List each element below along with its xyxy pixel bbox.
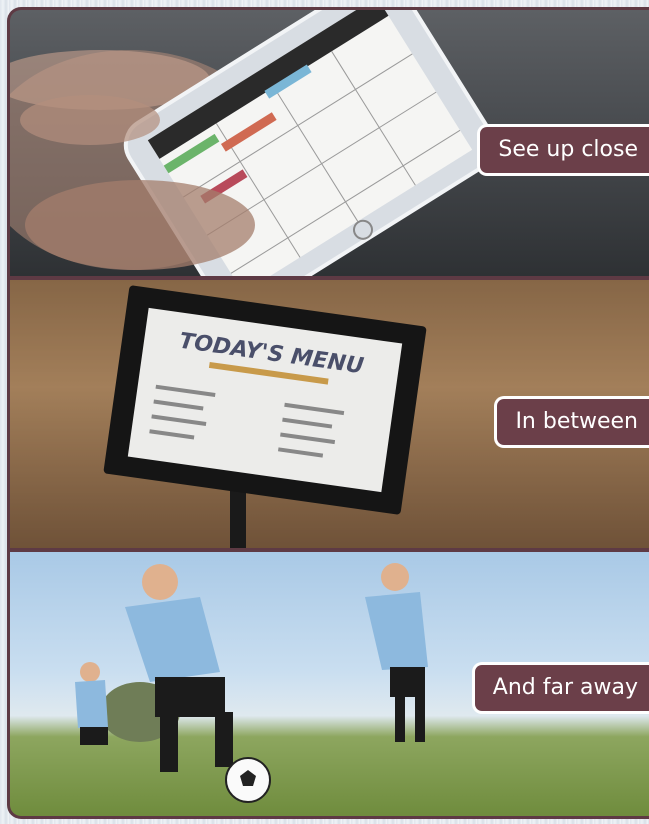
player-right bbox=[365, 563, 428, 742]
panel-kids-soccer: And far away bbox=[10, 552, 649, 816]
image-frame: See up close TODAY'S MENU In between And… bbox=[7, 7, 649, 819]
label-see-up-close: See up close bbox=[477, 124, 649, 176]
label-in-between: In between bbox=[494, 396, 649, 448]
label-and-far-away: And far away bbox=[471, 662, 649, 714]
panel-phone-calendar: See up close bbox=[10, 10, 649, 276]
panel-menu-sign: TODAY'S MENU In between bbox=[10, 280, 649, 548]
player-left bbox=[75, 662, 108, 745]
